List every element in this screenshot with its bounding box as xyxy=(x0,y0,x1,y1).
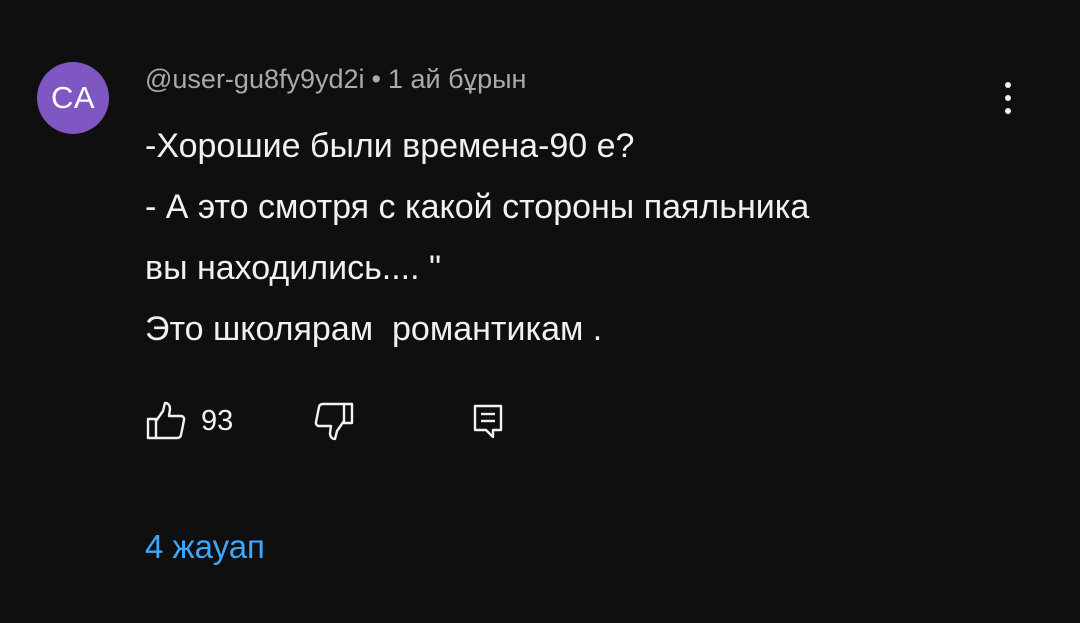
reply-icon xyxy=(473,404,503,439)
comment-text: -Хорошие были времена-90 е? - А это смот… xyxy=(145,116,1025,360)
author-name[interactable]: @user-gu8fy9yd2i xyxy=(145,64,365,94)
view-replies-link[interactable]: 4 жауап xyxy=(145,528,265,566)
header-separator: • xyxy=(371,64,381,94)
comment-line: - А это смотря с какой стороны паяльника xyxy=(145,188,810,226)
comment-header: @user-gu8fy9yd2i • 1 ай бұрын xyxy=(145,64,526,95)
more-options-button[interactable] xyxy=(990,74,1026,122)
more-vertical-icon xyxy=(1005,82,1011,88)
like-button[interactable]: 93 xyxy=(145,396,233,446)
comment-line: -Хорошие были времена-90 е? xyxy=(145,127,635,165)
comment-line: вы находились.... " xyxy=(145,249,442,287)
thumbs-up-icon xyxy=(146,401,186,440)
like-count: 93 xyxy=(201,404,234,437)
thumbs-down-icon xyxy=(314,402,354,441)
comment-time: 1 ай бұрын xyxy=(387,64,527,94)
avatar[interactable]: CA xyxy=(37,62,109,134)
avatar-initials: CA xyxy=(50,80,96,115)
reply-button[interactable] xyxy=(467,396,509,446)
more-vertical-icon-dot-3 xyxy=(1005,108,1011,114)
comment-thread: CA @user-gu8fy9yd2i • 1 ай бұрын -Хорошие … xyxy=(0,0,1080,623)
dislike-button[interactable] xyxy=(313,396,355,446)
more-vertical-icon-dot-2 xyxy=(1005,95,1011,101)
comment-line: Это школярам романтикам . xyxy=(145,310,603,348)
